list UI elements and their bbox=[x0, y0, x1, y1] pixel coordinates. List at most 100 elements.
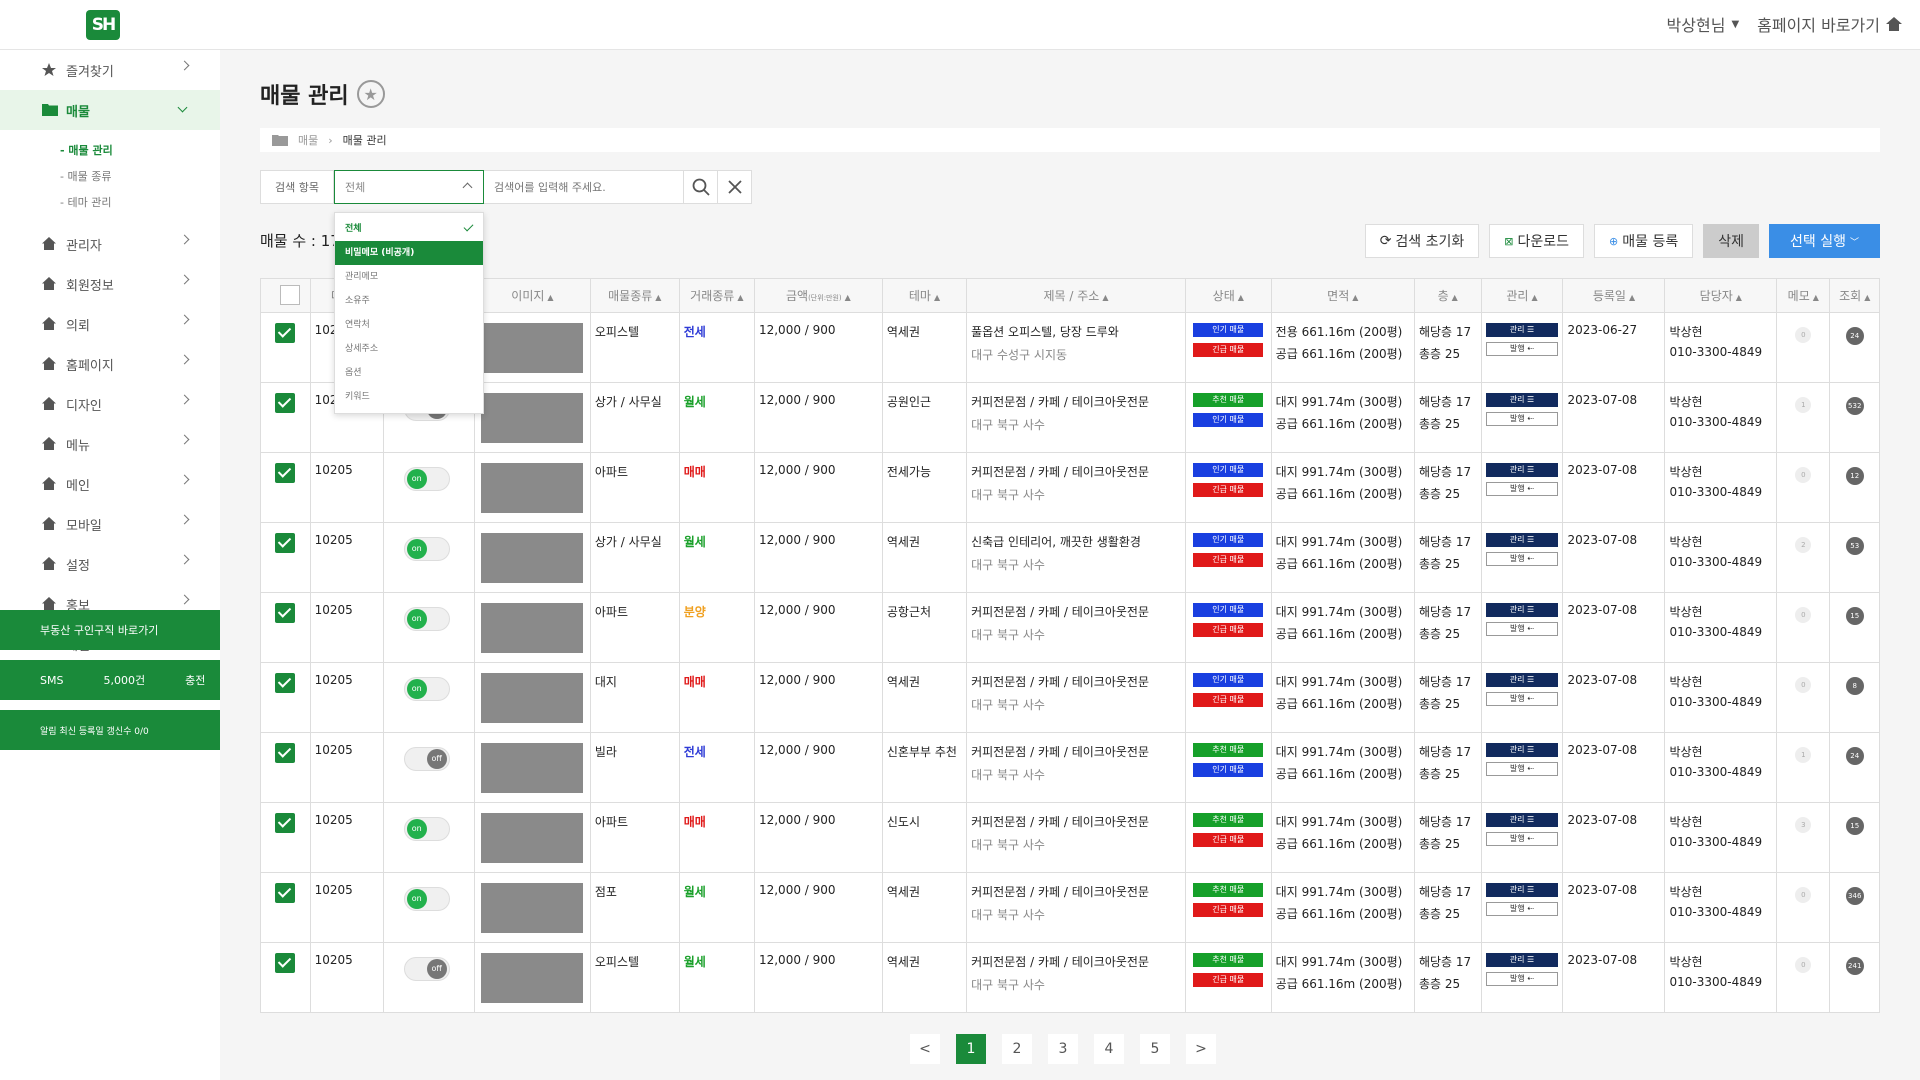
row-checkbox[interactable] bbox=[275, 813, 295, 833]
table-header[interactable]: 금액(단위:만원) ▲ bbox=[753, 278, 883, 313]
manage-button[interactable]: 관리 ☰ bbox=[1485, 673, 1558, 687]
dropdown-option[interactable]: 연락처 bbox=[335, 313, 483, 337]
sidebar-item-3[interactable]: 회원정보 bbox=[0, 264, 220, 304]
sidebar-item-0[interactable]: 즐겨찾기 bbox=[0, 50, 220, 90]
row-checkbox[interactable] bbox=[275, 883, 295, 903]
memo-count[interactable]: 0 bbox=[1795, 327, 1812, 343]
memo-count[interactable]: 0 bbox=[1795, 887, 1812, 903]
manage-button[interactable]: 관리 ☰ bbox=[1485, 533, 1558, 547]
manage-button[interactable]: 관리 ☰ bbox=[1485, 323, 1558, 337]
manage-button[interactable]: 관리 ☰ bbox=[1485, 883, 1558, 897]
sidebar-item-9[interactable]: 모바일 bbox=[0, 504, 220, 544]
dropdown-option[interactable]: 옵션 bbox=[335, 361, 483, 385]
listing-thumbnail[interactable] bbox=[481, 603, 584, 653]
table-header[interactable]: 관리 ▲ bbox=[1480, 278, 1564, 313]
table-header[interactable]: 등록일 ▲ bbox=[1562, 278, 1666, 313]
memo-count[interactable]: 3 bbox=[1795, 817, 1812, 833]
visibility-toggle[interactable]: off bbox=[403, 957, 450, 981]
table-header[interactable]: 이미지 ▲ bbox=[474, 278, 591, 313]
sidebar-item-2[interactable]: 관리자 bbox=[0, 224, 220, 264]
dropdown-option[interactable]: 상세주소 bbox=[335, 337, 483, 361]
table-header[interactable]: 담당자 ▲ bbox=[1664, 278, 1778, 313]
memo-count[interactable]: 2 bbox=[1795, 537, 1812, 553]
homepage-link[interactable]: 홈페이지 바로가기 bbox=[1757, 12, 1902, 36]
visibility-toggle[interactable]: on bbox=[403, 677, 450, 701]
listing-thumbnail[interactable] bbox=[481, 953, 584, 1003]
memo-count[interactable]: 0 bbox=[1795, 607, 1812, 623]
listing-title[interactable]: 풀옵션 오피스텔, 당장 드루와 bbox=[971, 323, 1181, 340]
memo-count[interactable]: 0 bbox=[1795, 467, 1812, 483]
table-row[interactable]: 10205 on 아파트 매매 12,000 / 900 전세가능 커피전문점 / 카페 /… bbox=[260, 452, 1880, 523]
table-header[interactable]: 메모 ▲ bbox=[1776, 278, 1831, 313]
visibility-toggle[interactable]: off bbox=[403, 747, 450, 771]
table-header[interactable]: 거래종류 ▲ bbox=[678, 278, 755, 313]
sidebar-item-8[interactable]: 메인 bbox=[0, 464, 220, 504]
sidebar-item-4[interactable]: 의뢰 bbox=[0, 304, 220, 344]
sub-menu-item[interactable]: - 매물 관리 bbox=[60, 138, 220, 164]
listing-title[interactable]: 커피전문점 / 카페 / 테이크아웃전문 bbox=[971, 603, 1181, 620]
publish-button[interactable]: 발행 ⇠ bbox=[1485, 832, 1558, 846]
sms-charge-button[interactable]: 충전 bbox=[185, 672, 205, 688]
dropdown-option[interactable]: 전체 bbox=[335, 217, 483, 241]
listing-title[interactable]: 신축급 인테리어, 깨끗한 생활환경 bbox=[971, 533, 1181, 550]
listing-title[interactable]: 커피전문점 / 카페 / 테이크아웃전문 bbox=[971, 883, 1181, 900]
page-button[interactable]: 4 bbox=[1094, 1034, 1124, 1064]
visibility-toggle[interactable]: on bbox=[403, 467, 450, 491]
listing-thumbnail[interactable] bbox=[481, 813, 584, 863]
publish-button[interactable]: 발행 ⇠ bbox=[1485, 482, 1558, 496]
listing-thumbnail[interactable] bbox=[481, 883, 584, 933]
visibility-toggle[interactable]: on bbox=[403, 887, 450, 911]
table-row[interactable]: 102 오피스텔 전세 12,000 / 900 역세권 풀옵션 오피스텔, 당장 드루와… bbox=[260, 312, 1880, 383]
dropdown-option[interactable]: 관리메모 bbox=[335, 265, 483, 289]
manage-button[interactable]: 관리 ☰ bbox=[1485, 603, 1558, 617]
table-header[interactable]: 상태 ▲ bbox=[1184, 278, 1272, 313]
breadcrumb-parent[interactable]: 매물 bbox=[298, 132, 318, 148]
table-header[interactable]: 조회 ▲ bbox=[1829, 278, 1880, 313]
sub-menu-item[interactable]: - 매물 종류 bbox=[60, 164, 220, 190]
page-button[interactable]: 2 bbox=[1002, 1034, 1032, 1064]
listing-thumbnail[interactable] bbox=[481, 743, 584, 793]
next-page-button[interactable]: > bbox=[1186, 1034, 1216, 1064]
listing-thumbnail[interactable] bbox=[481, 323, 584, 373]
download-button[interactable]: ⊠ 다운로드 bbox=[1489, 224, 1585, 258]
table-row[interactable]: 10205 off 오피스텔 월세 12,000 / 900 역세권 커피전문점 / 카페 … bbox=[260, 942, 1880, 1013]
listing-title[interactable]: 커피전문점 / 카페 / 테이크아웃전문 bbox=[971, 813, 1181, 830]
select-all-checkbox[interactable] bbox=[280, 285, 301, 305]
table-header[interactable]: 면적 ▲ bbox=[1270, 278, 1415, 313]
publish-button[interactable]: 발행 ⇠ bbox=[1485, 622, 1558, 636]
row-checkbox[interactable] bbox=[275, 673, 295, 693]
sidebar-item-7[interactable]: 메뉴 bbox=[0, 424, 220, 464]
sidebar-item-10[interactable]: 설정 bbox=[0, 544, 220, 584]
favorite-star-icon[interactable]: ★ bbox=[356, 80, 385, 108]
row-checkbox[interactable] bbox=[275, 393, 295, 413]
publish-button[interactable]: 발행 ⇠ bbox=[1485, 692, 1558, 706]
listing-title[interactable]: 커피전문점 / 카페 / 테이크아웃전문 bbox=[971, 743, 1181, 760]
table-row[interactable]: 10205 on 아파트 매매 12,000 / 900 신도시 커피전문점 / 카페 / … bbox=[260, 802, 1880, 873]
memo-count[interactable]: 0 bbox=[1795, 677, 1812, 693]
search-button[interactable] bbox=[684, 170, 718, 204]
publish-button[interactable]: 발행 ⇠ bbox=[1485, 902, 1558, 916]
dropdown-option[interactable]: 키워드 bbox=[335, 385, 483, 409]
page-button[interactable]: 1 bbox=[956, 1034, 986, 1064]
listing-title[interactable]: 커피전문점 / 카페 / 테이크아웃전문 bbox=[971, 673, 1181, 690]
row-checkbox[interactable] bbox=[275, 603, 295, 623]
listing-title[interactable]: 커피전문점 / 카페 / 테이크아웃전문 bbox=[971, 953, 1181, 970]
manage-button[interactable]: 관리 ☰ bbox=[1485, 813, 1558, 827]
row-checkbox[interactable] bbox=[275, 743, 295, 763]
manage-button[interactable]: 관리 ☰ bbox=[1485, 393, 1558, 407]
delete-button[interactable]: 삭제 bbox=[1703, 224, 1759, 258]
visibility-toggle[interactable]: on bbox=[403, 607, 450, 631]
publish-button[interactable]: 발행 ⇠ bbox=[1485, 972, 1558, 986]
manage-button[interactable]: 관리 ☰ bbox=[1485, 743, 1558, 757]
listing-thumbnail[interactable] bbox=[481, 533, 584, 583]
row-checkbox[interactable] bbox=[275, 953, 295, 973]
table-row[interactable]: 102off상가 / 사무실월세12,000 / 900공원인근커피전문점 / … bbox=[260, 382, 1880, 453]
table-header[interactable]: 제목 / 주소 ▲ bbox=[966, 278, 1186, 313]
sidebar-item-5[interactable]: 홈페이지 bbox=[0, 344, 220, 384]
visibility-toggle[interactable]: on bbox=[403, 817, 450, 841]
page-button[interactable]: 3 bbox=[1048, 1034, 1078, 1064]
table-header[interactable]: 층 ▲ bbox=[1413, 278, 1482, 313]
publish-button[interactable]: 발행 ⇠ bbox=[1485, 552, 1558, 566]
job-link-button[interactable]: 부동산 구인구직 바로가기 bbox=[0, 610, 220, 650]
manage-button[interactable]: 관리 ☰ bbox=[1485, 953, 1558, 967]
